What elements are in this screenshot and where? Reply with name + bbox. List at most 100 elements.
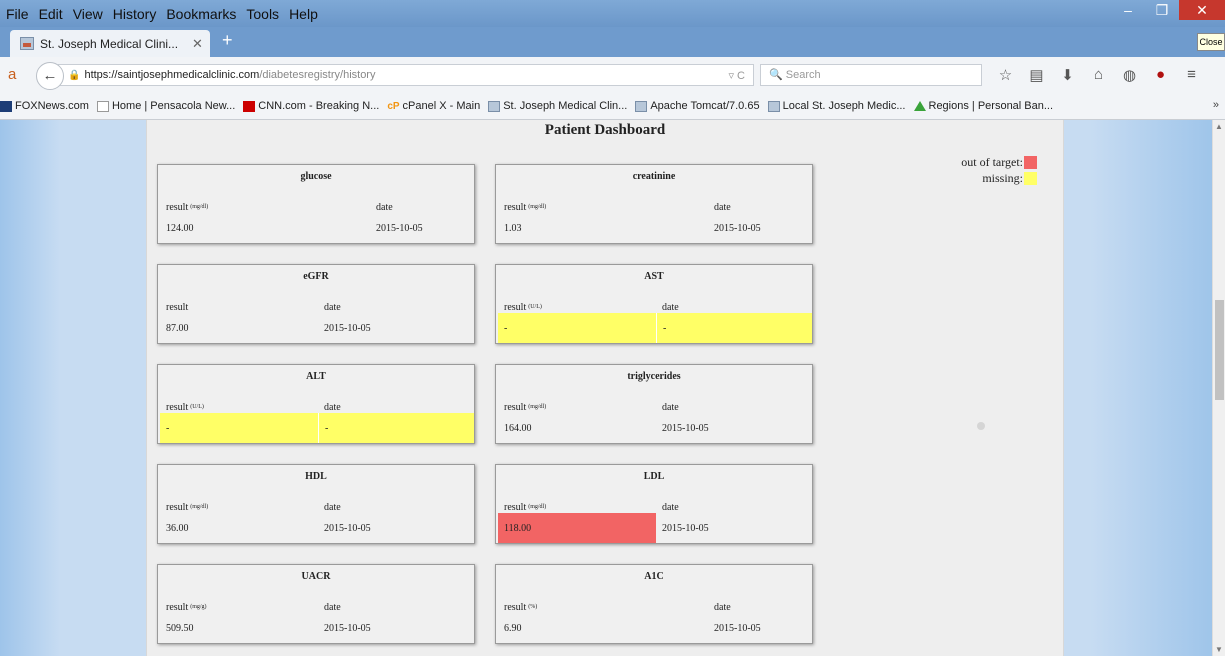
- menu-tools[interactable]: Tools: [246, 6, 279, 22]
- bookmarks-toolbar: FOXNews.com Home | Pensacola New... CNN.…: [0, 93, 1225, 120]
- legend-missing: missing:: [937, 170, 1037, 186]
- pocket-icon[interactable]: ◍: [1114, 66, 1145, 84]
- search-input[interactable]: 🔍 Search: [760, 64, 982, 86]
- back-arrow-icon[interactable]: ←: [36, 62, 64, 90]
- page-title: Patient Dashboard: [544, 122, 666, 138]
- url-host: https://saintjosephmedicalclinic.com: [84, 69, 260, 81]
- scroll-up-arrow-icon[interactable]: ▲: [1215, 122, 1223, 131]
- result-value: -: [160, 413, 318, 443]
- menu-edit[interactable]: Edit: [39, 6, 63, 22]
- result-value: -: [498, 313, 656, 343]
- legend-label: out of target:: [961, 154, 1023, 169]
- bookmark-label: FOXNews.com: [15, 100, 89, 112]
- tab-close-icon[interactable]: ✕: [192, 36, 210, 52]
- menu-view[interactable]: View: [73, 6, 103, 22]
- card-ldl: LDL result (mg/dl) date 118.00 2015-10-05: [495, 464, 813, 544]
- bookmark-tomcat[interactable]: Apache Tomcat/7.0.65: [635, 100, 760, 112]
- regions-icon: [913, 101, 926, 111]
- tab-st-joseph[interactable]: St. Joseph Medical Clini... ✕: [10, 30, 210, 57]
- home-icon[interactable]: ⌂: [1083, 66, 1114, 84]
- card-title: glucose: [300, 171, 332, 182]
- bookmark-cnn[interactable]: CNN.com - Breaking N...: [243, 100, 379, 112]
- result-value: 36.00: [166, 522, 189, 534]
- adblock-icon[interactable]: ●: [1145, 66, 1176, 84]
- menu-bookmarks[interactable]: Bookmarks: [166, 6, 236, 22]
- dim-dot: [977, 422, 985, 430]
- card-title: eGFR: [303, 271, 329, 282]
- cpanel-icon: cP: [387, 100, 400, 112]
- card-uacr: UACR result (mg/g) date 509.50 2015-10-05: [157, 564, 475, 644]
- downloads-icon[interactable]: ⬇: [1052, 66, 1083, 84]
- unit-label: (mg/dl): [190, 504, 209, 510]
- minimize-button[interactable]: –: [1111, 0, 1145, 20]
- legend-out-of-target: out of target:: [937, 154, 1037, 170]
- maximize-button[interactable]: ❐: [1145, 0, 1179, 20]
- result-value: 6.90: [504, 622, 522, 634]
- url-path: /diabetesregistry/history: [259, 69, 376, 81]
- scroll-thumb[interactable]: [1215, 300, 1224, 400]
- result-label: result: [504, 301, 527, 313]
- bookmark-label: Local St. Joseph Medic...: [782, 100, 906, 112]
- vertical-scrollbar[interactable]: ▲ ▼: [1212, 120, 1225, 656]
- reload-icon[interactable]: ▿ C: [728, 69, 745, 82]
- menu-file[interactable]: File: [6, 6, 29, 22]
- missing-swatch: [1024, 171, 1037, 185]
- window-close-button[interactable]: ✕: [1179, 0, 1225, 20]
- date-value: 2015-10-05: [662, 422, 709, 434]
- window-controls: – ❐ ✕: [1111, 0, 1225, 24]
- card-value-row: 6.90 2015-10-05: [498, 613, 810, 643]
- card-value-row: 164.00 2015-10-05: [498, 413, 810, 443]
- result-label: result: [166, 201, 189, 213]
- tab-strip: St. Joseph Medical Clini... ✕: [0, 27, 1225, 57]
- card-title: A1C: [644, 571, 664, 582]
- scroll-down-arrow-icon[interactable]: ▼: [1215, 645, 1223, 654]
- card-value-row: 509.50 2015-10-05: [160, 613, 472, 643]
- hamburger-menu-icon[interactable]: ≡: [1176, 66, 1207, 84]
- page-viewport: Patient Dashboard out of target: missing…: [0, 120, 1212, 656]
- bookmark-regions[interactable]: Regions | Personal Ban...: [913, 100, 1054, 112]
- cnn-icon: [243, 100, 256, 112]
- bookmark-pensacola[interactable]: Home | Pensacola New...: [96, 100, 235, 112]
- bookmark-label: CNN.com - Breaking N...: [258, 100, 380, 112]
- result-label: result: [504, 401, 527, 413]
- card-value-row: --: [498, 313, 812, 343]
- bookmark-label: Regions | Personal Ban...: [928, 100, 1054, 112]
- unit-label: (mg/dl): [528, 404, 547, 410]
- result-label: result: [166, 601, 189, 613]
- menu-help[interactable]: Help: [289, 6, 318, 22]
- close-tooltip: Close: [1197, 33, 1225, 51]
- tab-title: St. Joseph Medical Clini...: [40, 36, 179, 51]
- card-value-row: 36.00 2015-10-05: [160, 513, 472, 543]
- card-creatinine: creatinine result (mg/dl) date 1.03 2015-10-0…: [495, 164, 813, 244]
- toolbar-icons: ☆ ▤ ⬇ ⌂ ◍ ● ≡: [990, 66, 1207, 84]
- url-bar[interactable]: 🔒 https://saintjosephmedicalclinic.com /…: [58, 64, 754, 86]
- card-value-row: 87.00 2015-10-05: [160, 313, 472, 343]
- unit-label: (mg/dl): [528, 504, 547, 510]
- date-value: -: [656, 313, 812, 343]
- date-value: 2015-10-05: [714, 222, 761, 234]
- card-a1c: A1C result (%) date 6.90 2015-10-05: [495, 564, 813, 644]
- reading-list-icon[interactable]: ▤: [1021, 66, 1052, 84]
- search-placeholder: Search: [785, 69, 821, 81]
- bookmark-foxnews[interactable]: FOXNews.com: [0, 100, 89, 112]
- date-value: 2015-10-05: [324, 522, 371, 534]
- menu-history[interactable]: History: [113, 6, 157, 22]
- amazon-assistant-icon[interactable]: a: [8, 66, 16, 83]
- card-value-row: 124.00 2015-10-05: [160, 213, 472, 243]
- more-bookmarks-icon[interactable]: »: [1213, 99, 1219, 111]
- bookmark-cpanel[interactable]: cP cPanel X - Main: [387, 100, 480, 112]
- bookmark-label: St. Joseph Medical Clin...: [503, 100, 628, 112]
- bookmark-local-st-joseph[interactable]: Local St. Joseph Medic...: [767, 100, 906, 112]
- site-favicon-icon: [488, 100, 501, 112]
- card-alt: ALT result (U/L) date - -: [157, 364, 475, 444]
- new-tab-plus-icon[interactable]: +: [222, 30, 233, 51]
- bookmark-st-joseph[interactable]: St. Joseph Medical Clin...: [488, 100, 627, 112]
- legend: out of target: missing:: [937, 154, 1037, 186]
- bookmark-star-icon[interactable]: ☆: [990, 66, 1021, 84]
- unit-label: (mg/dl): [528, 204, 547, 210]
- legend-label: missing:: [982, 170, 1023, 185]
- navigation-bar: a 🔒 https://saintjosephmedicalclinic.com…: [0, 57, 1225, 94]
- card-title: LDL: [643, 471, 665, 482]
- card-egfr: eGFR result date 87.00 2015-10-05: [157, 264, 475, 344]
- result-value: 118.00: [498, 513, 656, 543]
